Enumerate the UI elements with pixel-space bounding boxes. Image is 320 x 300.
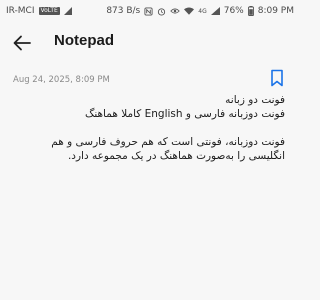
note-line: فونت دوزبانه فارسی و English کاملا هماهن…	[84, 108, 285, 120]
back-button[interactable]	[10, 32, 34, 54]
status-left: IR-MCI VoLTE	[6, 6, 72, 16]
eye-icon	[170, 7, 181, 15]
volte-badge: VoLTE	[38, 7, 60, 15]
page-title: Notepad	[54, 32, 114, 49]
note-content[interactable]: فونت دو زبانه فونت دوزبانه فارسی و Engli…	[25, 93, 285, 163]
back-arrow-icon	[13, 35, 31, 51]
carrier-name: IR-MCI	[6, 6, 35, 16]
network-speed: 873 B/s	[106, 6, 141, 16]
app-bar: Notepad	[0, 22, 300, 64]
status-right: 873 B/s 4G 76% 8:09 PM	[106, 6, 294, 16]
alarm-icon	[157, 7, 166, 16]
nfc-icon	[144, 6, 153, 16]
battery-percent: 76%	[223, 6, 244, 16]
bookmark-icon	[271, 69, 283, 87]
status-bar: IR-MCI VoLTE 873 B/s 4G 76% 8:09 PM	[0, 0, 300, 22]
network-type: 4G	[198, 7, 207, 15]
note-timestamp: Aug 24, 2025, 8:09 PM	[13, 75, 110, 85]
note-line: انگلیسی را به‌صورت هماهنگ در یک مجموعه د…	[67, 150, 285, 162]
note-line: فونت دوزبانه، فونتی است که هم حروف فارسی…	[51, 136, 285, 148]
note-blank-line	[25, 121, 285, 135]
note-line: فونت دو زبانه	[225, 94, 285, 106]
wifi-icon	[184, 7, 195, 15]
battery-icon	[247, 6, 254, 16]
clock: 8:09 PM	[257, 6, 294, 16]
signal-small-icon	[63, 7, 72, 15]
bookmark-button[interactable]	[270, 69, 284, 87]
signal-icon	[210, 7, 220, 15]
